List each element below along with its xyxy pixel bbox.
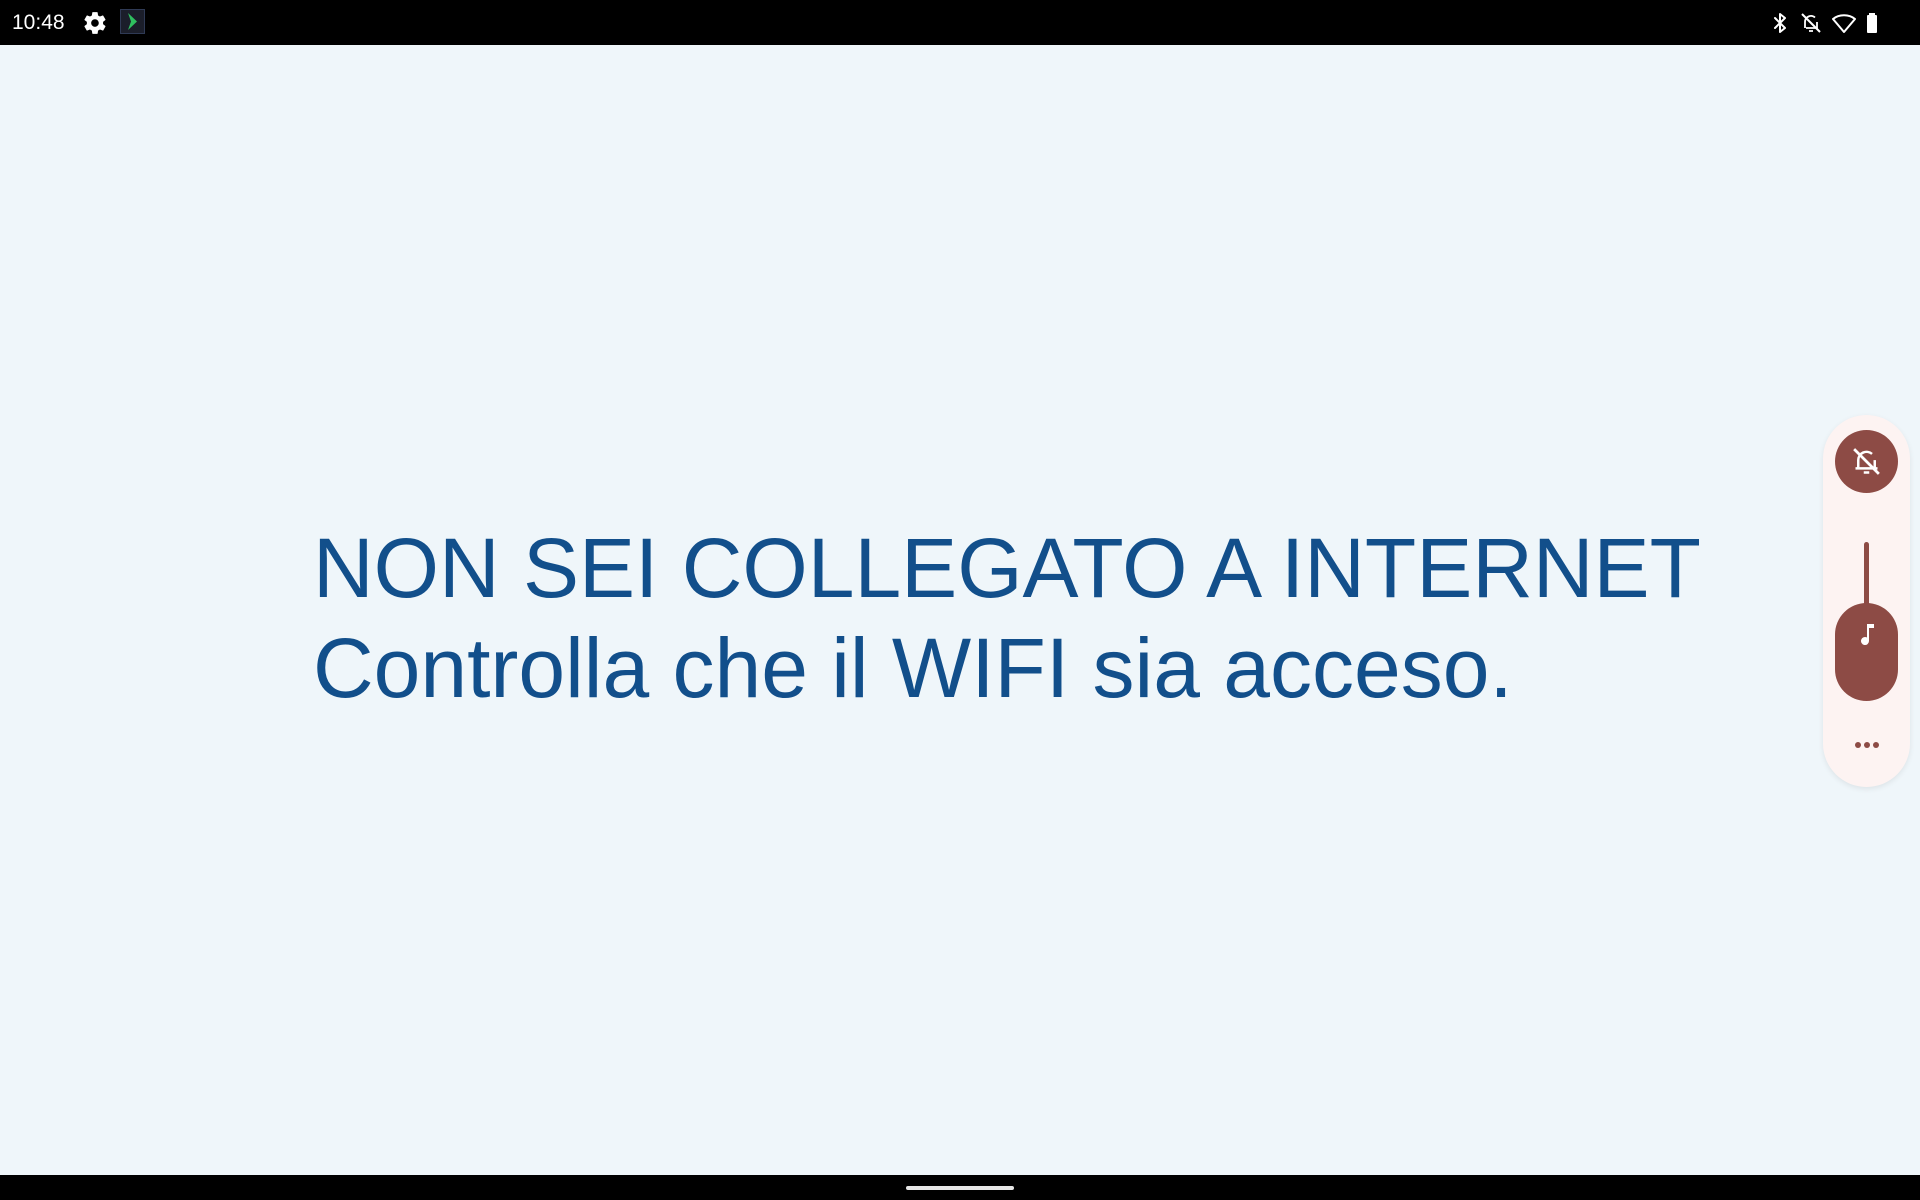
music-note-icon xyxy=(1861,624,1874,646)
status-time: 10:48 xyxy=(12,11,65,34)
volume-panel xyxy=(1823,415,1910,787)
notifications-off-icon xyxy=(1799,11,1823,35)
wifi-check-hint: Controlla che il WIFI sia acceso. xyxy=(313,621,1513,715)
app-notification-icon xyxy=(120,9,145,34)
home-gesture-handle[interactable] xyxy=(906,1186,1014,1190)
volume-more-button[interactable] xyxy=(1845,735,1888,755)
ringer-mode-button[interactable] xyxy=(1835,430,1898,493)
gear-icon xyxy=(82,10,108,36)
bell-off-icon xyxy=(1853,448,1880,475)
wifi-icon xyxy=(1832,11,1856,35)
no-internet-title: NON SEI COLLEGATO A INTERNET xyxy=(313,521,1701,615)
volume-slider-thumb[interactable] xyxy=(1835,603,1898,701)
navigation-bar xyxy=(0,1175,1920,1200)
battery-icon xyxy=(1860,11,1884,35)
no-internet-message: NON SEI COLLEGATO A INTERNET Controlla c… xyxy=(313,518,1701,718)
bluetooth-icon xyxy=(1768,11,1792,35)
status-bar: 10:48 xyxy=(0,0,1920,45)
more-horizontal-icon xyxy=(1855,742,1879,748)
